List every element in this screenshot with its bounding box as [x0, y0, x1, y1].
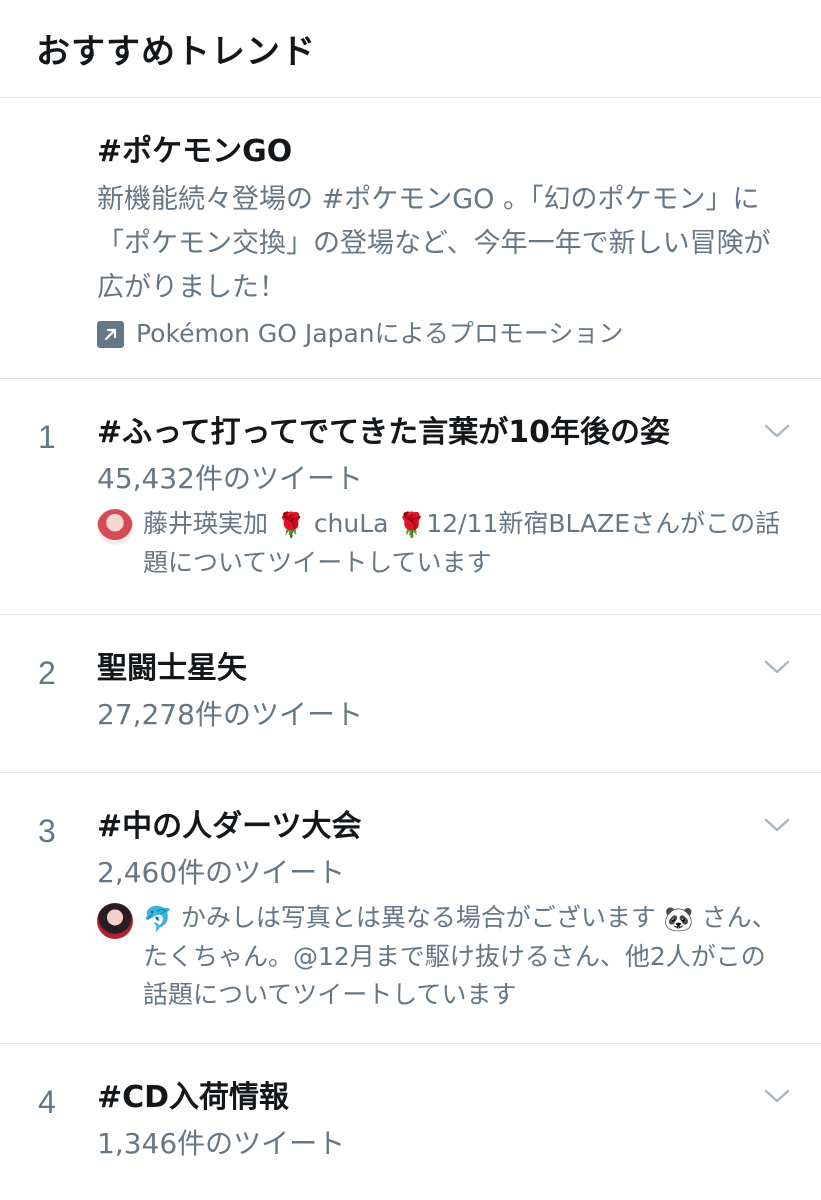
trend-rank: 4: [38, 1084, 56, 1120]
tweet-count: 1,346件のツイート: [97, 1127, 346, 1160]
promoted-arrow-icon: [97, 320, 124, 348]
trend-name[interactable]: #CD入荷情報: [97, 1078, 781, 1118]
user-avatar: [97, 903, 133, 939]
chevron-down-icon[interactable]: [763, 421, 791, 441]
dolphin-emoji-icon: 🐬: [143, 905, 173, 933]
trends-title: おすすめトレンド: [36, 32, 316, 72]
trend-rank: 3: [38, 813, 56, 849]
tweet-count: 45,432件のツイート: [97, 462, 363, 495]
trend-name[interactable]: #ふって打ってでてきた言葉が10年後の姿: [97, 413, 781, 453]
tweet-count: 27,278件のツイート: [97, 698, 363, 731]
trend-item[interactable]: 4 #CD入荷情報 1,346件のツイート: [0, 1044, 821, 1200]
context-user-name-1: かみしは写真とは異なる場合がございます: [180, 903, 656, 932]
promoted-attribution[interactable]: Pokémon GO Japanによるプロモーション: [97, 314, 781, 354]
trends-panel: おすすめトレンド #ポケモンGO 新機能続々登場の #ポケモンGO 。「幻のポケ…: [0, 0, 821, 1200]
trends-header: おすすめトレンド: [0, 0, 821, 98]
promoted-attribution-text: Pokémon GO Japanによるプロモーション: [136, 319, 624, 348]
panda-emoji-icon: 🐼: [663, 905, 694, 933]
rose-emoji-icon: 🌹: [275, 511, 306, 539]
trend-name[interactable]: 聖闘士星矢: [97, 649, 781, 689]
chevron-down-icon[interactable]: [763, 815, 791, 835]
trend-rank: 1: [38, 419, 56, 455]
promoted-trend[interactable]: #ポケモンGO 新機能続々登場の #ポケモンGO 。「幻のポケモン」に「ポケモン…: [0, 98, 821, 379]
context-user-name-2: chuLa: [313, 509, 389, 538]
context-user-name-1: 藤井瑛実加: [143, 509, 269, 538]
trend-item[interactable]: 3 #中の人ダーツ大会 2,460件のツイート 🐬 かみしは写真とは異なる場合が…: [0, 773, 821, 1044]
trend-item[interactable]: 2 聖闘士星矢 27,278件のツイート: [0, 615, 821, 773]
promoted-trend-description: 新機能続々登場の #ポケモンGO 。「幻のポケモン」に「ポケモン交換」の登場など…: [97, 184, 771, 303]
chevron-down-icon[interactable]: [763, 1086, 791, 1106]
rose-emoji-icon: 🌹: [396, 511, 427, 539]
trend-name[interactable]: #中の人ダーツ大会: [97, 807, 781, 847]
trend-rank: 2: [38, 655, 56, 691]
trend-item[interactable]: 1 #ふって打ってでてきた言葉が10年後の姿 45,432件のツイート 藤井瑛実…: [0, 379, 821, 615]
promoted-trend-title[interactable]: #ポケモンGO: [97, 132, 781, 172]
trend-context: 藤井瑛実加 🌹 chuLa 🌹12/11新宿BLAZEさんがこの話題についてツイ…: [97, 505, 787, 582]
tweet-count: 2,460件のツイート: [97, 856, 346, 889]
context-user-name-3: 12/11新宿BLAZE: [426, 509, 631, 538]
trend-context: 🐬 かみしは写真とは異なる場合がございます 🐼 さん、たくちゃん。@12月まで駆…: [97, 899, 787, 1014]
chevron-down-icon[interactable]: [763, 657, 791, 677]
user-avatar: [97, 509, 133, 545]
